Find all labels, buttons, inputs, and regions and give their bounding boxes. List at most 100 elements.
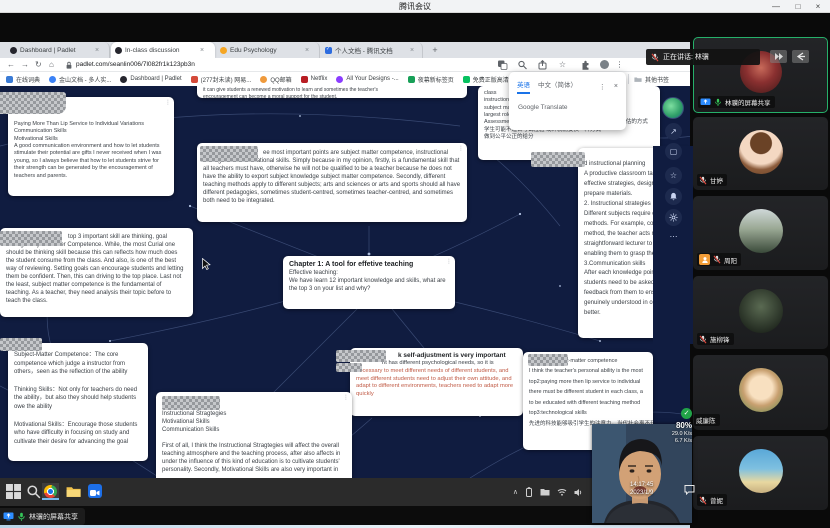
speaking-banner-text: 正在讲话: 林骥	[663, 52, 709, 62]
clock-date: 2023/1/9	[630, 489, 686, 497]
home-icon[interactable]: ⌂	[49, 58, 54, 72]
share-icon[interactable]	[537, 60, 548, 70]
tile-pin-button[interactable]	[770, 50, 787, 63]
note-body: nt has different psychological needs, so…	[350, 360, 523, 403]
mic-muted-icon	[699, 176, 707, 185]
participant-tile-weilianchen[interactable]: 威廉陈	[693, 355, 828, 430]
forward-icon[interactable]: →	[21, 58, 29, 72]
bookmark-qq-mail[interactable]: QQ邮箱	[260, 75, 291, 84]
tray-folder-icon[interactable]	[540, 488, 550, 496]
taskbar-search-icon[interactable]	[26, 484, 41, 499]
blurred-author-name	[528, 354, 568, 366]
browser-menu-icon[interactable]: ⋮	[614, 60, 625, 70]
volume-icon[interactable]	[574, 488, 583, 497]
bookmark-netflix[interactable]: Netflix	[301, 76, 328, 83]
blurred-author-name	[0, 231, 62, 246]
taskbar-chrome-button[interactable]	[42, 483, 59, 500]
participant-tile-ganting[interactable]: 甘婷	[693, 117, 828, 190]
folder-icon	[634, 76, 642, 83]
start-button-icon[interactable]	[6, 484, 21, 499]
tencent-meeting-window: 腾讯会议 — □ × Dashboard | Padlet × In-class…	[0, 0, 830, 528]
note-menu-icon[interactable]: ⋮	[458, 145, 464, 152]
clock-time: 14:17:45	[630, 481, 686, 489]
bell-icon[interactable]	[665, 188, 682, 205]
network-wifi-icon[interactable]	[557, 488, 567, 496]
bookmark-netease-mail[interactable]: (277封未读) 网易...	[191, 75, 252, 84]
profile-avatar[interactable]	[600, 60, 609, 69]
participant-tile-shiliufeng[interactable]: 施柳锋	[693, 276, 828, 349]
mic-on-icon	[714, 98, 722, 107]
participant-sidebar: 林骥的屏幕共享 甘婷 周阳 施柳锋	[690, 13, 830, 528]
screen-share-icon	[700, 98, 711, 107]
note-chapter1-prompt[interactable]: ⋮ Chapter 1: A tool for effetive teachin…	[283, 256, 455, 309]
gear-icon[interactable]	[665, 209, 682, 226]
taskbar-clock[interactable]: 14:17:45 2023/1/9	[630, 481, 686, 498]
padlet-action-rail: ↗ ▢ ☆ ⋯	[657, 86, 691, 346]
screen-share-badge[interactable]: 林骥的屏幕共享	[0, 508, 85, 525]
stat-upload: 6.7 K/s	[664, 438, 692, 444]
tab-close-icon[interactable]: ×	[410, 47, 414, 54]
performance-overlay: ✓ 80% 29.0 K/s 6.7 K/s	[664, 408, 694, 444]
blurred-author-name	[162, 396, 220, 410]
new-tab-button[interactable]: +	[428, 43, 442, 57]
note-menu-icon[interactable]: ⋮	[446, 258, 452, 265]
translate-close-icon[interactable]: ×	[614, 83, 618, 90]
translate-icon[interactable]	[497, 60, 508, 70]
more-options-icon[interactable]: ⋯	[665, 232, 682, 241]
tab-in-class-discussion[interactable]: In-class discussion ×	[111, 42, 215, 58]
avatar	[739, 449, 783, 493]
browser-urlbar: ← → ↻ ⌂ padlet.com/seanlin006/7l082fr1k1…	[0, 58, 693, 72]
note-menu-icon[interactable]: ⋮	[343, 394, 349, 401]
participant-name: 林骥的屏幕共享	[725, 97, 771, 107]
back-icon[interactable]: ←	[7, 58, 15, 72]
tab-edu-psychology[interactable]: Edu Psychology ×	[216, 42, 320, 58]
note-menu-icon[interactable]: ⋮	[165, 99, 171, 106]
participant-tile-zengni[interactable]: 曾妮	[693, 436, 828, 510]
padlet-favicon	[115, 47, 122, 54]
padlet-user-avatar[interactable]	[662, 97, 684, 119]
bookmark-star-icon[interactable]: ☆	[557, 60, 568, 70]
note-body: Effective teaching: We have learn 12 imp…	[283, 269, 455, 297]
bookmark-kdocs[interactable]: 金山文档 - 多人实...	[49, 75, 111, 84]
taskbar-meeting-app-icon[interactable]	[88, 484, 102, 498]
stat-percent: 80%	[664, 421, 692, 430]
remake-icon[interactable]: ▢	[665, 143, 682, 160]
translate-menu-icon[interactable]: ⋮	[599, 83, 606, 91]
participant-name: 甘婷	[710, 175, 723, 185]
speaking-banner: 正在讲话: 林骥	[646, 49, 760, 65]
participant-tile-zhouyang[interactable]: 周阳	[693, 196, 828, 270]
tab-close-icon[interactable]: ×	[305, 47, 309, 54]
star-icon[interactable]: ☆	[665, 167, 682, 184]
tile-back-button[interactable]	[792, 50, 809, 63]
bookmark-newtab-page[interactable]: 夜幕新标签页	[408, 75, 454, 84]
participant-name: 曾妮	[710, 495, 723, 505]
note-top-fragment[interactable]: it can give students a renewed motivatio…	[197, 86, 467, 98]
minimize-button[interactable]: —	[766, 0, 786, 13]
file-explorer-icon[interactable]	[66, 484, 81, 499]
bookmark-dictionary[interactable]: 在线词典	[6, 75, 40, 84]
search-icon[interactable]	[517, 60, 528, 70]
share-arrow-icon[interactable]: ↗	[665, 123, 682, 140]
blurred-author-name	[200, 146, 258, 162]
battery-icon[interactable]	[525, 487, 533, 497]
translate-target-tab[interactable]: 中文（简体）	[538, 79, 577, 94]
windows-taskbar: ∧	[0, 478, 693, 506]
tab-close-icon[interactable]: ×	[200, 47, 204, 54]
reload-icon[interactable]: ↻	[35, 58, 42, 72]
bookmark-designs[interactable]: All Your Designs -...	[336, 76, 398, 83]
avatar	[739, 209, 783, 253]
note-competence-list[interactable]: Subject-Matter Competence：The core compe…	[8, 343, 148, 461]
other-bookmarks-button[interactable]: 其他书签	[634, 72, 669, 86]
close-button[interactable]: ×	[808, 0, 828, 13]
tab-tencent-docs[interactable]: 个人文档 - 腾讯文档 ×	[321, 42, 423, 58]
url-field[interactable]: padlet.com/seanlin006/7l082fr1k123pb3n	[76, 58, 195, 72]
padlet-board[interactable]: it can give students a renewed motivatio…	[0, 86, 693, 478]
bookmark-padlet[interactable]: Dashboard | Padlet	[120, 76, 181, 83]
tab-dashboard-padlet[interactable]: Dashboard | Padlet ×	[6, 42, 110, 58]
maximize-button[interactable]: □	[788, 0, 808, 13]
action-center-icon[interactable]	[684, 484, 695, 495]
translate-source-tab[interactable]: 英语	[517, 79, 530, 94]
tab-close-icon[interactable]: ×	[95, 47, 99, 54]
extensions-puzzle-icon[interactable]	[580, 60, 591, 70]
tray-expand-icon[interactable]: ∧	[513, 488, 518, 496]
